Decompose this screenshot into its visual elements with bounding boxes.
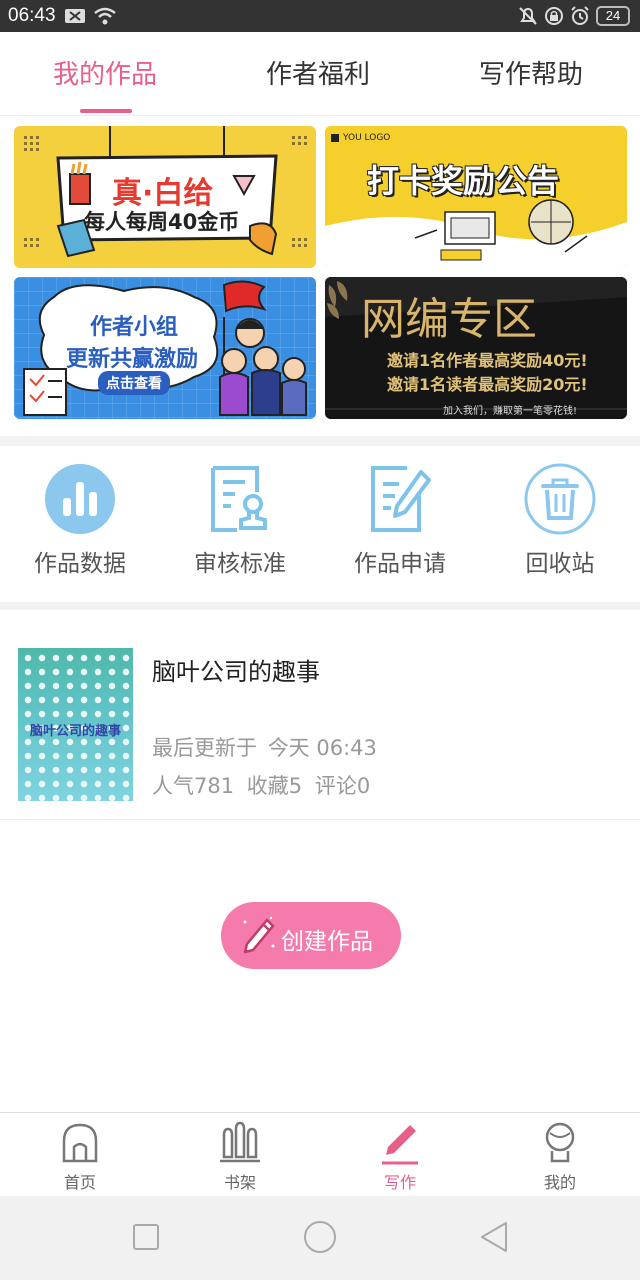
create-work-button[interactable]: 创建作品 [221,902,401,969]
work-apply-label: 作品申请 [354,551,446,577]
work-last-update-time: 今天 06:43 [267,736,377,760]
bar-chart-icon [45,464,115,534]
bookshelf-icon [220,1121,260,1163]
banner-editor-zone-title: 网编专区 [361,294,537,345]
review-standard-icon [211,466,267,532]
banner-checkin-logo: YOU LOGO [343,133,391,143]
top-tabs: 我的作品 作者福利 写作帮助 [0,32,640,116]
review-standard-label: 审核标准 [194,551,286,577]
profile-icon [545,1122,575,1163]
active-tab-indicator [80,109,132,113]
nav-home[interactable]: 首页 [0,1113,160,1197]
trash-icon [524,463,596,535]
work-popularity: 人气781 [152,774,235,798]
mute-icon [519,7,537,25]
banner-author-group[interactable]: 作者小组 更新共赢激励 点击查看 [14,277,316,419]
review-standard-action[interactable]: 审核标准 [160,460,320,590]
tab-writing-help[interactable]: 写作帮助 [479,54,583,91]
nav-write[interactable]: 写作 [320,1113,480,1197]
pencil-icon [243,916,275,954]
work-data-action[interactable]: 作品数据 [0,460,160,590]
banner-checkin-notice[interactable]: YOU LOGO 打卡奖励公告 [325,126,627,268]
nav-profile[interactable]: 我的 [480,1113,640,1197]
banner-author-group-line2: 更新共赢激励 [66,347,199,372]
work-title[interactable]: 脑叶公司的趣事 [152,652,320,687]
battery-indicator: 24 [596,6,630,26]
recycle-bin-action[interactable]: 回收站 [480,460,640,590]
nav-bookshelf-label: 书架 [223,1173,256,1192]
status-bar: 06:43 24 [0,0,640,32]
tab-author-benefits[interactable]: 作者福利 [266,54,370,91]
bottom-nav: 首页 书架 写作 我的 [0,1112,640,1196]
tab-my-works[interactable]: 我的作品 [53,54,157,91]
recent-apps-icon [133,1224,159,1250]
work-comments: 评论0 [314,774,371,798]
pen-icon [382,1125,418,1165]
back-icon [481,1222,507,1252]
wifi-icon [94,7,116,25]
banner-author-group-button[interactable]: 点击查看 [98,371,170,395]
banner-editor-zone[interactable]: 网编专区 邀请1名作者最高奖励40元! 邀请1名读者最高奖励20元! 加入我们，… [325,277,627,419]
system-nav-art [133,1221,507,1253]
work-cover[interactable]: 脑叶公司的趣事 [18,648,133,801]
create-work-label: 创建作品 [281,929,373,955]
section-divider [0,436,640,446]
recycle-bin-label: 回收站 [525,551,595,577]
home-icon [62,1123,98,1163]
work-apply-action[interactable]: 作品申请 [320,460,480,590]
work-stats: 人气781 收藏5 评论0 [152,770,370,800]
banner-editor-zone-footer: 加入我们，赚取第一笔零花钱! [443,406,578,417]
banner-editor-zone-line1: 邀请1名作者最高奖励40元! [387,351,588,370]
system-nav-bar [0,1196,640,1280]
banner-editor-zone-line2: 邀请1名读者最高奖励20元! [387,375,588,394]
status-time: 06:43 [8,5,56,26]
banner-weekly-coins[interactable]: 真·白给 每人每周40金币 [14,126,316,268]
banner-checkin-title: 打卡奖励公告 [367,162,560,200]
work-last-update: 最后更新于 今天 06:43 [152,732,377,762]
cover-title-text: 脑叶公司的趣事 [29,724,121,739]
edit-document-icon [371,466,431,532]
lock-rotation-icon [545,7,563,25]
notification-icon [65,9,85,23]
nav-profile-label: 我的 [543,1173,576,1192]
work-last-update-label: 最后更新于 [152,736,257,760]
app-screen: 06:43 24 我的作品 作者福利 写作帮助 真·白给 每人每周40金币 YO… [0,0,640,1280]
home-button-icon [304,1221,336,1253]
work-list-item[interactable]: 脑叶公司的趣事 脑叶公司的趣事 最后更新于 今天 06:43 人气781 收藏5… [0,628,640,820]
nav-write-label: 写作 [383,1173,416,1192]
section-divider-2 [0,602,640,610]
nav-bookshelf[interactable]: 书架 [160,1113,320,1197]
nav-home-label: 首页 [63,1173,96,1192]
work-data-label: 作品数据 [34,551,126,577]
banner-author-group-line1: 作者小组 [90,315,179,340]
work-favorites: 收藏5 [246,774,303,798]
banner-weekly-coins-line2: 每人每周40金币 [84,210,240,234]
alarm-icon [571,6,589,25]
